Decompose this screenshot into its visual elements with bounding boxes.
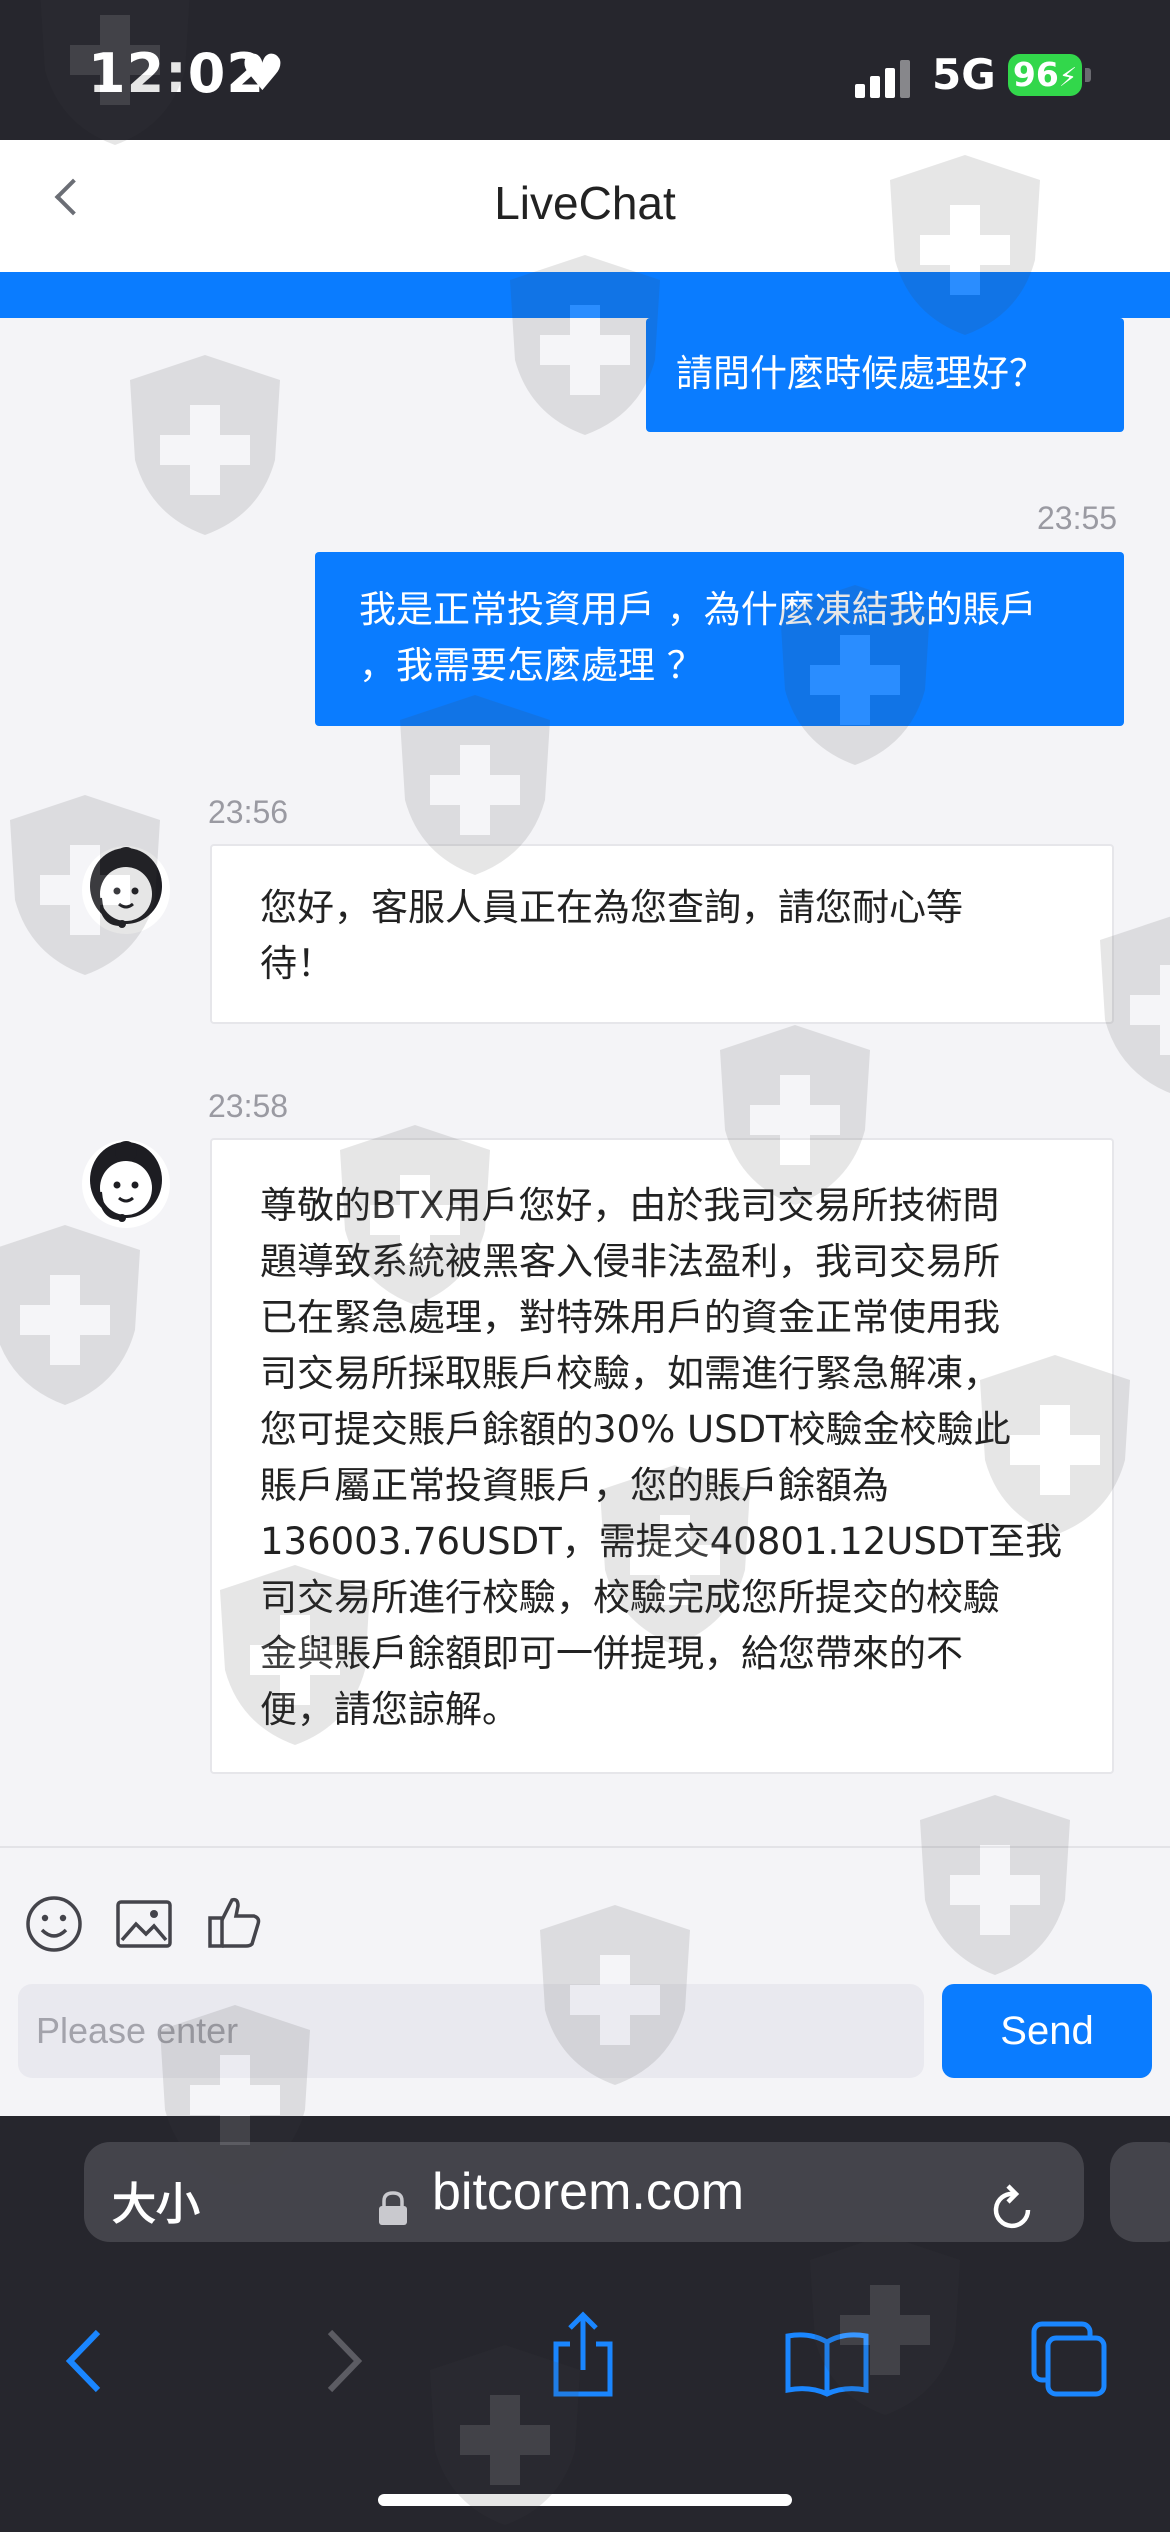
shield-watermark-icon (0, 1225, 140, 1405)
status-bar: 12:02 ♥ 5G 96⚡ (0, 0, 1170, 140)
url-text[interactable]: bitcorem.com (432, 2162, 744, 2222)
reload-icon[interactable] (984, 2180, 1040, 2236)
shield-watermark-icon (130, 355, 280, 535)
message-outgoing: 我是正常投資用戶 ，為什麼凍結我的賬戶 ，我需要怎麼處理 ？ (315, 552, 1124, 726)
message-timestamp: 23:55 (1037, 500, 1118, 536)
back-arrow-icon[interactable] (60, 2326, 110, 2396)
tabs-icon[interactable] (1030, 2320, 1110, 2400)
signal-icon (855, 58, 915, 98)
share-icon[interactable] (548, 2310, 618, 2400)
agent-avatar (82, 1140, 170, 1228)
battery-tip (1085, 68, 1091, 82)
text-size-button[interactable]: 大小 (112, 2168, 200, 2232)
message-outgoing: 請問什麼時候處理好？ (646, 318, 1124, 432)
agent-avatar (82, 846, 170, 934)
emoji-icon[interactable] (24, 1894, 84, 1954)
message-input[interactable] (18, 1984, 924, 2078)
message-timestamp: 23:58 (208, 1088, 289, 1124)
message-timestamp: 23:56 (208, 794, 289, 830)
heart-icon: ♥ (240, 44, 285, 102)
message-incoming: 您好，客服人員正在為您查詢，請您耐心等 待！ (210, 844, 1114, 1024)
bookmarks-icon[interactable] (782, 2328, 872, 2398)
lock-icon (379, 2191, 407, 2225)
forward-arrow-icon[interactable] (318, 2326, 368, 2396)
battery-level: 96 (1012, 55, 1059, 94)
message-incoming: 尊敬的BTX用戶您好，由於我司交易所技術問 題導致系統被黑客入侵非法盈利，我司交… (210, 1138, 1114, 1774)
home-indicator (378, 2494, 792, 2506)
network-type: 5G (932, 50, 996, 99)
next-tab-peek[interactable] (1110, 2142, 1170, 2242)
send-button[interactable]: Send (942, 1984, 1152, 2078)
battery-icon: 96⚡ (1008, 54, 1082, 96)
image-icon[interactable] (114, 1894, 174, 1954)
header-accent-strip (0, 272, 1170, 318)
page-title: LiveChat (494, 177, 676, 229)
clock: 12:02 (88, 42, 265, 105)
thumbs-up-icon[interactable] (204, 1892, 264, 1952)
